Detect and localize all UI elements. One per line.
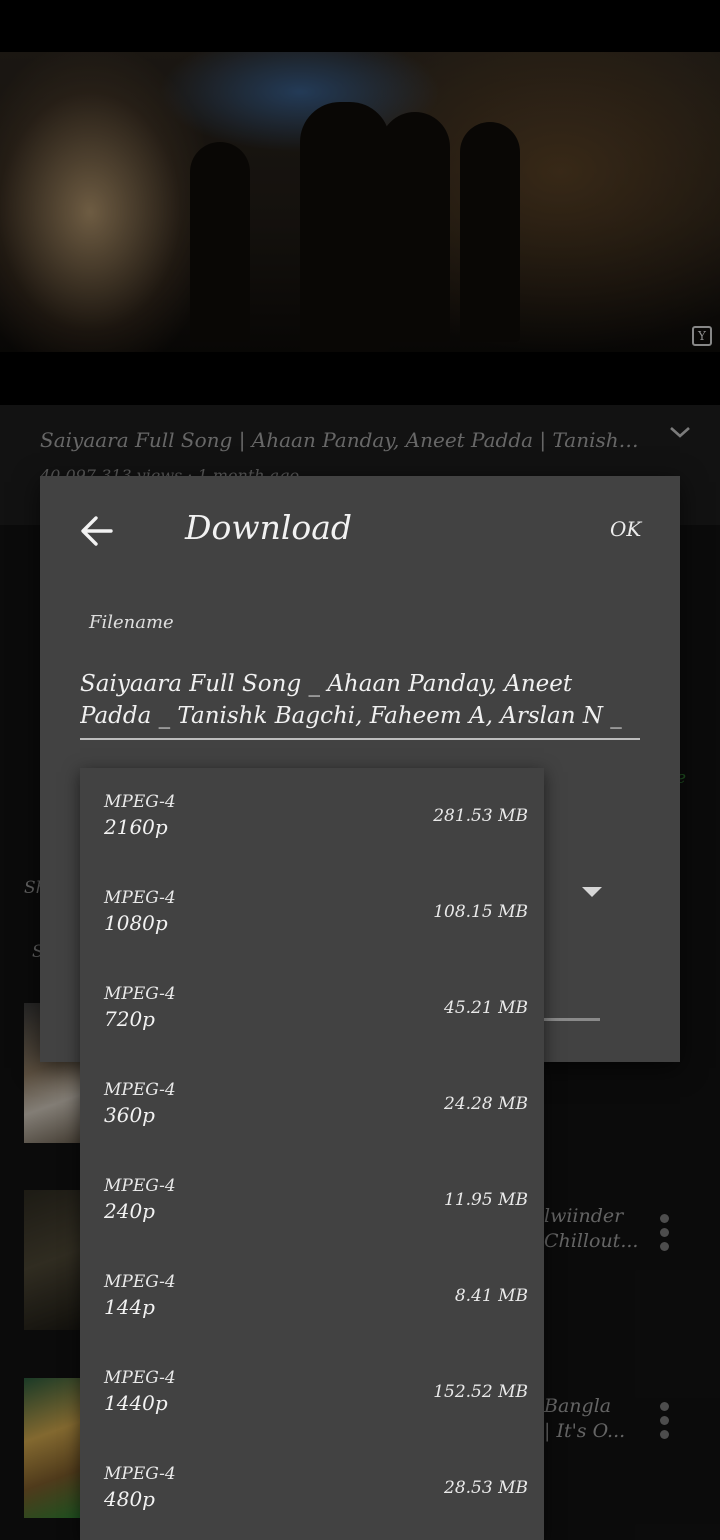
format-name: MPEG-4 — [104, 1368, 176, 1388]
format-name: MPEG-4 — [104, 984, 176, 1004]
format-resolution: 144p — [104, 1295, 155, 1319]
dropdown-caret-icon[interactable] — [582, 887, 602, 897]
format-option[interactable]: MPEG-4 1080p 108.15 MB — [80, 864, 544, 960]
progress-track — [540, 1018, 600, 1021]
format-size: 11.95 MB — [444, 1190, 528, 1210]
format-option[interactable]: MPEG-4 360p 24.28 MB — [80, 1056, 544, 1152]
format-name: MPEG-4 — [104, 1464, 176, 1484]
format-option[interactable]: MPEG-4 1440p 152.52 MB — [80, 1344, 544, 1440]
format-size: 281.53 MB — [433, 806, 528, 826]
format-size: 152.52 MB — [433, 1382, 528, 1402]
format-resolution: 720p — [104, 1007, 155, 1031]
format-size: 24.28 MB — [444, 1094, 528, 1114]
format-option[interactable]: MPEG-4 144p 8.41 MB — [80, 1248, 544, 1344]
filename-label: Filename — [89, 612, 174, 633]
format-size: 108.15 MB — [433, 902, 528, 922]
format-dropdown-list: MPEG-4 2160p 281.53 MB MPEG-4 1080p 108.… — [80, 768, 544, 1540]
format-resolution: 2160p — [104, 815, 168, 839]
format-resolution: 480p — [104, 1487, 155, 1511]
format-size: 8.41 MB — [454, 1286, 528, 1306]
filename-input[interactable]: Saiyaara Full Song _ Ahaan Panday, Aneet… — [80, 668, 640, 740]
dialog-title: Download — [185, 508, 353, 547]
format-size: 45.21 MB — [444, 998, 528, 1018]
format-resolution: 1080p — [104, 911, 168, 935]
ok-button[interactable]: OK — [610, 517, 641, 541]
format-option[interactable]: MPEG-4 480p 28.53 MB — [80, 1440, 544, 1536]
format-name: MPEG-4 — [104, 792, 176, 812]
format-name: MPEG-4 — [104, 1080, 176, 1100]
format-name: MPEG-4 — [104, 888, 176, 908]
format-name: MPEG-4 — [104, 1176, 176, 1196]
format-option[interactable]: MPEG-4 720p 45.21 MB — [80, 960, 544, 1056]
screen: Y Saiyaara Full Song | Ahaan Panday, Ane… — [0, 0, 720, 1540]
format-resolution: 360p — [104, 1103, 155, 1127]
format-resolution: 1440p — [104, 1391, 168, 1415]
back-arrow-icon[interactable] — [80, 513, 114, 549]
format-option[interactable]: MPEG-4 240p 11.95 MB — [80, 1152, 544, 1248]
format-resolution: 240p — [104, 1199, 155, 1223]
format-option[interactable]: MPEG-4 2160p 281.53 MB — [80, 768, 544, 864]
format-size: 28.53 MB — [444, 1478, 528, 1498]
format-name: MPEG-4 — [104, 1272, 176, 1292]
